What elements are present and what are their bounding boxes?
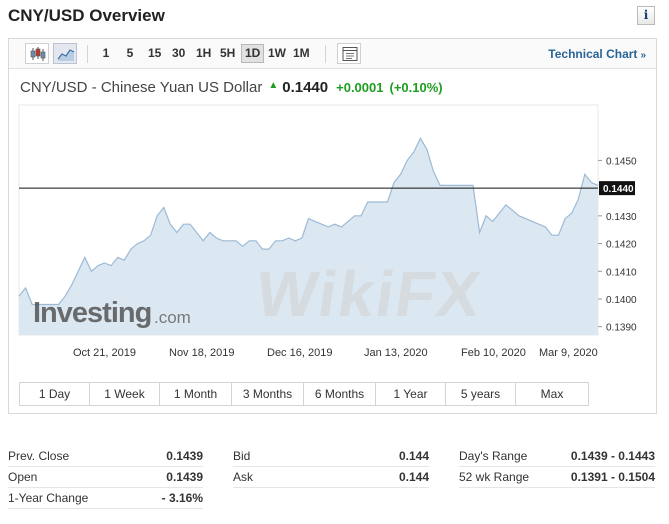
time-range-selector: 1 Day 1 Week 1 Month 3 Months 6 Months 1… — [19, 382, 589, 406]
x-tick-label: Mar 9, 2020 — [539, 347, 598, 359]
wikifx-watermark: WikiFX — [251, 258, 487, 330]
investing-watermark-suffix: .com — [154, 308, 191, 327]
stat-days-range: Day's Range 0.1439 - 0.1443 — [459, 446, 655, 467]
y-tick-label: 0.1400 — [606, 295, 637, 306]
investing-watermark: Investing — [33, 297, 152, 329]
range-6-months[interactable]: 6 Months — [304, 383, 376, 405]
range-max[interactable]: Max — [516, 383, 588, 405]
x-tick-label: Nov 18, 2019 — [169, 347, 234, 359]
stat-value: 0.144 — [398, 449, 429, 463]
page-title: CNY/USD Overview — [8, 6, 165, 25]
stat-value: 0.1439 - 0.1443 — [570, 449, 655, 463]
stat-1-year-change: 1-Year Change - 3.16% — [8, 488, 203, 509]
range-5-years[interactable]: 5 years — [446, 383, 516, 405]
stat-label: Open — [8, 470, 38, 484]
x-tick-label: Jan 13, 2020 — [364, 347, 428, 359]
x-tick-label: Dec 16, 2019 — [267, 347, 332, 359]
y-tick-label: 0.1420 — [606, 240, 637, 251]
y-tick-label: 0.1430 — [606, 212, 637, 223]
x-tick-label: Oct 21, 2019 — [73, 347, 136, 359]
stat-label: 1-Year Change — [8, 491, 89, 505]
stat-label: Prev. Close — [8, 449, 70, 463]
stat-label: Bid — [233, 449, 251, 463]
stat-open: Open 0.1439 — [8, 467, 203, 488]
stat-value: 0.1439 — [166, 449, 203, 463]
stat-label: Day's Range — [459, 449, 528, 463]
stat-52wk-range: 52 wk Range 0.1391 - 0.1504 — [459, 467, 655, 488]
range-1-day[interactable]: 1 Day — [20, 383, 90, 405]
stat-prev-close: Prev. Close 0.1439 — [8, 446, 203, 467]
x-tick-label: Feb 10, 2020 — [461, 347, 526, 359]
stat-bid: Bid 0.144 — [233, 446, 429, 467]
chart-widget: 1 5 15 30 1H 5H 1D 1W 1M Technical Chart… — [8, 38, 657, 414]
range-1-month[interactable]: 1 Month — [160, 383, 232, 405]
range-1-year[interactable]: 1 Year — [376, 383, 446, 405]
info-button[interactable]: i — [637, 6, 655, 25]
stat-label: 52 wk Range — [459, 470, 530, 484]
stat-value: 0.1439 — [166, 470, 203, 484]
current-price-label: 0.1440 — [603, 184, 634, 195]
range-1-week[interactable]: 1 Week — [90, 383, 160, 405]
y-tick-label: 0.1410 — [606, 267, 637, 278]
range-3-months[interactable]: 3 Months — [232, 383, 304, 405]
stat-label: Ask — [233, 470, 254, 484]
stat-value: 0.144 — [398, 470, 429, 484]
stat-value: - 3.16% — [161, 491, 203, 505]
y-tick-label: 0.1390 — [606, 323, 637, 334]
stat-ask: Ask 0.144 — [233, 467, 429, 488]
y-tick-label: 0.1450 — [606, 156, 637, 167]
stat-value: 0.1391 - 0.1504 — [570, 470, 655, 484]
